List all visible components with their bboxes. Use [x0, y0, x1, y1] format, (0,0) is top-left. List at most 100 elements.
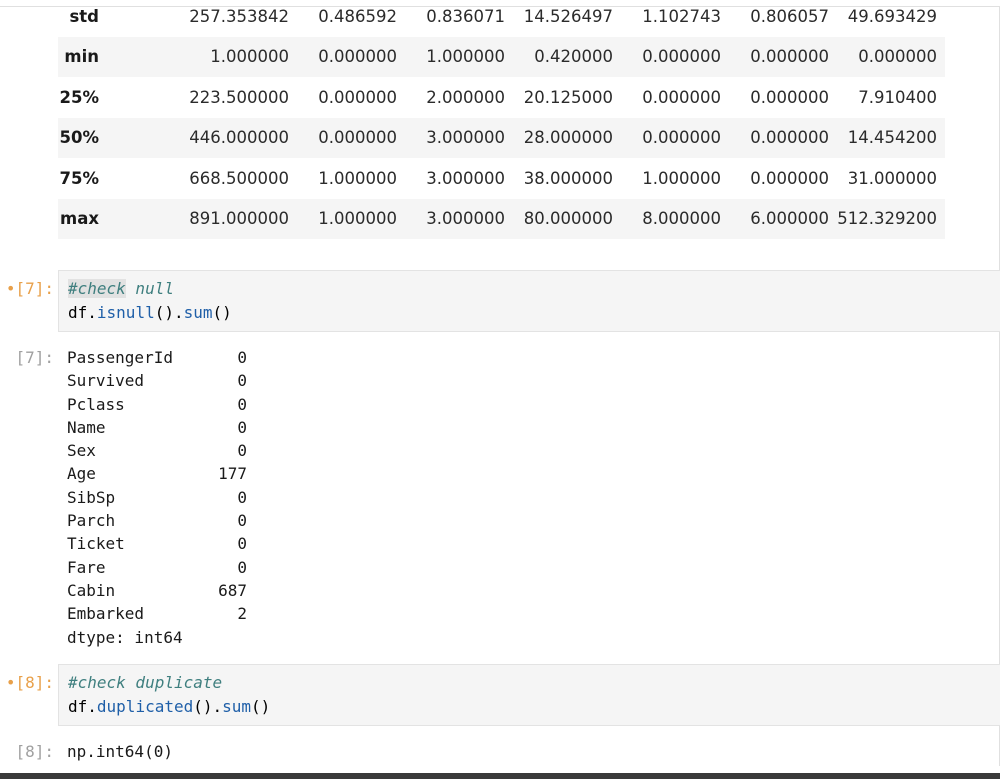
table-cell: 28.000000: [513, 117, 621, 158]
table-cell: 14.526497: [523, 6, 613, 26]
code-method-2: sum: [222, 697, 252, 716]
code-method-1: duplicated: [96, 697, 194, 716]
code-line-comment: #check duplicate: [68, 671, 1000, 695]
table-cell: 0.806057: [750, 6, 829, 26]
table-cell: 1.000000: [297, 198, 405, 239]
series-key: Parch: [67, 511, 116, 531]
table-cell: 0.000000: [621, 36, 729, 77]
code-method-2: sum: [183, 303, 213, 322]
table-cell: 0.000000: [297, 117, 405, 158]
cell-7-output-prompt: [7]:: [15, 348, 54, 367]
series-value: 0: [237, 417, 247, 437]
series-row: SibSp 0: [67, 486, 247, 509]
series-row: Embarked 2: [67, 602, 247, 625]
series-key: SibSp: [67, 487, 116, 507]
series-key: Fare: [67, 557, 106, 577]
series-value: 2: [237, 604, 247, 624]
row-label: std: [69, 6, 99, 26]
series-key: PassengerId: [67, 348, 173, 367]
table-cell: 0.836071: [426, 6, 505, 26]
table-cell: 38.000000: [523, 168, 613, 188]
code-variable: df: [68, 697, 88, 716]
series-key: Ticket: [67, 534, 125, 554]
table-cell: 3.000000: [426, 168, 505, 188]
row-label: 25%: [59, 87, 100, 107]
table-cell: 20.125000: [523, 87, 613, 107]
output-text: np.int64(0): [67, 742, 173, 761]
comment-text: #check duplicate: [68, 673, 223, 692]
row-label: min: [58, 36, 115, 77]
code-line-comment: #check null: [68, 277, 1000, 301]
code-line-statement: df.duplicated().sum(): [68, 697, 271, 716]
cell-7-code-editor[interactable]: #check null df.isnull().sum(): [58, 270, 1000, 332]
series-value: 177: [218, 464, 247, 484]
table-cell: 512.329200: [837, 198, 945, 239]
table-cell: 8.000000: [621, 198, 729, 239]
table-cell: 0.000000: [318, 87, 397, 107]
table-cell: 0.420000: [513, 36, 621, 77]
table-cell: 31.000000: [847, 168, 937, 188]
row-label: 75%: [59, 168, 100, 188]
table-cell: 0.000000: [729, 117, 837, 158]
table-cell: 6.000000: [729, 198, 837, 239]
series-row: Sex 0: [67, 439, 247, 462]
table-cell: 0.000000: [621, 117, 729, 158]
input-prompt-label: [8]:: [15, 673, 54, 692]
series-key: Pclass: [67, 394, 125, 414]
series-value: 687: [218, 580, 247, 600]
table-cell: 0.000000: [642, 87, 721, 107]
series-value: 0: [237, 394, 247, 414]
series-key: Sex: [67, 441, 96, 461]
table-row: min 1.000000 0.000000 1.000000 0.420000 0.000…: [58, 36, 945, 77]
series-value: 0: [237, 557, 247, 577]
table-cell: 257.353842: [189, 6, 289, 26]
cell-8-input-prompt: •[8]:: [0, 673, 54, 692]
table-cell: 0.000000: [750, 168, 829, 188]
table-cell: 668.500000: [189, 168, 289, 188]
table-cell: 3.000000: [405, 117, 513, 158]
code-variable: df: [68, 303, 88, 322]
series-row: Name 0: [67, 416, 247, 439]
table-cell: 2.000000: [426, 87, 505, 107]
comment-keyword: #check: [68, 279, 126, 298]
describe-table: std 257.353842 0.486592 0.836071 14.526497 1.…: [58, 0, 945, 239]
series-row: Survived 0: [67, 369, 247, 392]
table-cell: 0.000000: [297, 36, 405, 77]
table-row: std 257.353842 0.486592 0.836071 14.526497 1.…: [58, 0, 945, 37]
cell-8-code-editor[interactable]: #check duplicate df.duplicated().sum(): [58, 664, 1000, 726]
table-cell: 7.910400: [858, 87, 937, 107]
table-row: 75% 668.500000 1.000000 3.000000 38.000000 1.…: [58, 158, 945, 199]
series-key: Cabin: [67, 580, 116, 600]
series-value: 0: [237, 511, 247, 531]
table-cell: 891.000000: [115, 198, 297, 239]
series-row: PassengerId 0: [67, 346, 247, 369]
table-cell: 0.000000: [729, 36, 837, 77]
series-value: 0: [237, 441, 247, 461]
cell-7-input-prompt: •[7]:: [0, 279, 54, 298]
table-cell: 80.000000: [513, 198, 621, 239]
input-prompt-label: [7]:: [15, 279, 54, 298]
series-key: Name: [67, 417, 106, 437]
table-cell: 0.000000: [837, 36, 945, 77]
row-label: 50%: [58, 117, 115, 158]
series-row: Parch 0: [67, 509, 247, 532]
notebook-page: std 257.353842 0.486592 0.836071 14.526497 1.…: [0, 0, 1000, 779]
series-row: Cabin 687: [67, 579, 247, 602]
output-dtype: dtype: int64: [67, 627, 183, 647]
series-value: 0: [237, 371, 247, 391]
series-row: Fare 0: [67, 556, 247, 579]
table-cell: 446.000000: [115, 117, 297, 158]
table-cell: 223.500000: [189, 87, 289, 107]
table-cell: 3.000000: [405, 198, 513, 239]
series-key: Age: [67, 464, 96, 484]
bottom-bar: [0, 773, 1000, 779]
row-label: max: [58, 198, 115, 239]
series-row: Age 177: [67, 462, 247, 485]
table-row: 50% 446.000000 0.000000 3.000000 28.000000 0.…: [58, 117, 945, 158]
table-cell: 1.000000: [642, 168, 721, 188]
series-value: 0: [237, 487, 247, 507]
series-key: Embarked: [67, 604, 145, 624]
table-row: 25% 223.500000 0.000000 2.000000 20.125000 0.…: [58, 77, 945, 118]
table-cell: 0.486592: [318, 6, 397, 26]
table-cell: 1.102743: [642, 6, 721, 26]
